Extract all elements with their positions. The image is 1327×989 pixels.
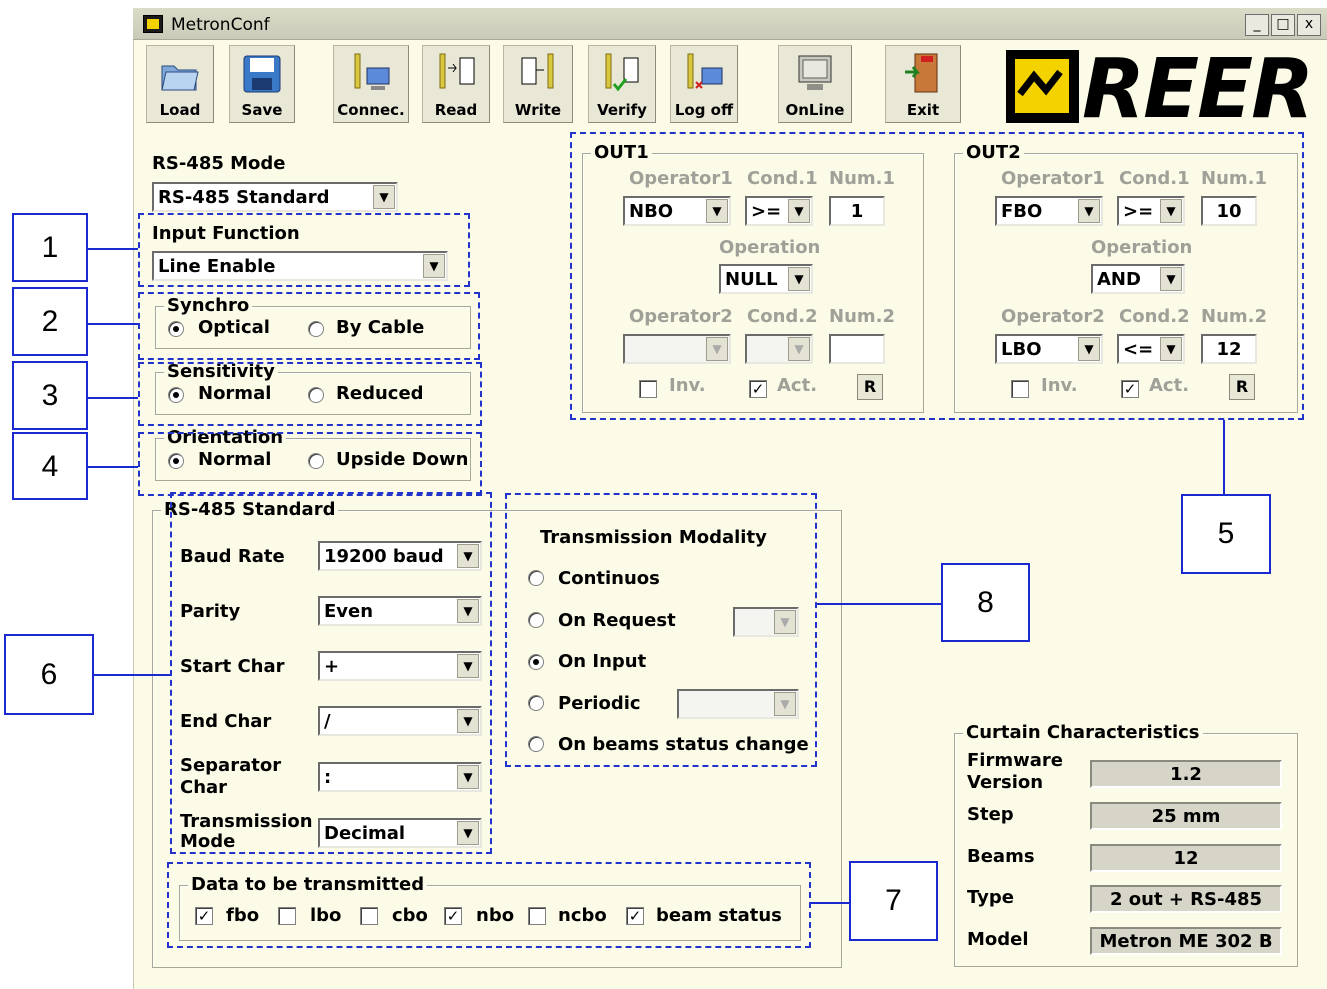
load-label: Load bbox=[159, 101, 201, 119]
verify-label: Verify bbox=[597, 101, 647, 119]
save-label: Save bbox=[241, 101, 283, 119]
connector-6 bbox=[94, 674, 170, 676]
load-button[interactable]: Load bbox=[146, 45, 214, 123]
region-3 bbox=[138, 362, 482, 426]
exit-door-icon bbox=[905, 53, 938, 93]
connect-icon bbox=[354, 53, 390, 90]
step-label: Step bbox=[967, 804, 1014, 825]
callout-4: 4 bbox=[12, 432, 88, 500]
folder-open-icon bbox=[161, 65, 199, 91]
floppy-disk-icon bbox=[243, 55, 281, 93]
callout-1: 1 bbox=[12, 213, 88, 282]
verify-button[interactable]: Verify bbox=[588, 45, 656, 123]
maximize-button[interactable]: □ bbox=[1271, 14, 1295, 36]
rs485-mode-select[interactable]: RS-485 Standard ▼ bbox=[152, 182, 398, 212]
connector-5 bbox=[1223, 420, 1225, 494]
logoff-label: Log off bbox=[674, 101, 734, 119]
exit-button[interactable]: Exit bbox=[885, 45, 961, 123]
step-value: 25 mm bbox=[1090, 802, 1282, 830]
firmware-label-line1: Firmware bbox=[967, 750, 1063, 771]
disconnect-icon bbox=[687, 53, 723, 89]
online-button[interactable]: OnLine bbox=[778, 45, 852, 123]
connector-3 bbox=[88, 397, 138, 399]
connect-button[interactable]: Connec. bbox=[333, 45, 409, 123]
callout-8: 8 bbox=[941, 563, 1030, 642]
close-button[interactable]: x bbox=[1297, 14, 1321, 36]
reer-logo: REER bbox=[1005, 42, 1314, 137]
region-4 bbox=[138, 432, 482, 496]
region-5 bbox=[570, 132, 1304, 420]
save-button[interactable]: Save bbox=[229, 45, 295, 123]
minimize-button[interactable]: _ bbox=[1245, 14, 1269, 36]
type-value: 2 out + RS-485 bbox=[1090, 885, 1282, 913]
connector-7 bbox=[811, 902, 849, 904]
model-label: Model bbox=[967, 929, 1029, 950]
logoff-button[interactable]: Log off bbox=[670, 45, 738, 123]
connector-4 bbox=[88, 466, 138, 468]
write-icon bbox=[521, 53, 554, 89]
firmware-value: 1.2 bbox=[1090, 760, 1282, 788]
curtain-label: Curtain Characteristics bbox=[963, 722, 1203, 743]
rs485-mode-value: RS-485 Standard bbox=[158, 187, 330, 208]
callout-3: 3 bbox=[12, 361, 88, 430]
type-label: Type bbox=[967, 887, 1014, 908]
online-label: OnLine bbox=[785, 101, 845, 119]
beams-label: Beams bbox=[967, 846, 1035, 867]
region-8 bbox=[505, 493, 817, 767]
title-bar: MetronConf _ □ x bbox=[133, 8, 1327, 40]
region-7 bbox=[167, 862, 811, 948]
beams-value: 12 bbox=[1090, 844, 1282, 872]
read-icon bbox=[439, 53, 475, 89]
read-button[interactable]: Read bbox=[422, 45, 490, 123]
window-title: MetronConf bbox=[171, 15, 270, 35]
callout-5: 5 bbox=[1181, 494, 1271, 574]
connector-1 bbox=[88, 248, 138, 250]
region-2 bbox=[138, 292, 480, 360]
logo-text: REER bbox=[1082, 42, 1314, 137]
connect-label: Connec. bbox=[337, 101, 405, 119]
rs485-mode-label: RS-485 Mode bbox=[152, 153, 286, 174]
callout-6: 6 bbox=[4, 634, 94, 715]
app-icon bbox=[143, 15, 163, 33]
curtain-group: Curtain Characteristics Firmware Version… bbox=[954, 722, 1298, 967]
chevron-down-icon: ▼ bbox=[373, 185, 395, 209]
callout-2: 2 bbox=[12, 287, 88, 356]
region-6 bbox=[170, 492, 492, 854]
model-value: Metron ME 302 B bbox=[1090, 927, 1282, 955]
region-1 bbox=[138, 213, 470, 287]
firmware-label-line2: Version bbox=[967, 772, 1044, 793]
callout-7: 7 bbox=[849, 861, 938, 941]
connector-2 bbox=[88, 323, 138, 325]
write-button[interactable]: Write bbox=[503, 45, 573, 123]
read-label: Read bbox=[434, 101, 478, 119]
connector-8 bbox=[817, 603, 941, 605]
monitor-icon bbox=[798, 55, 832, 90]
write-label: Write bbox=[514, 101, 562, 119]
verify-icon bbox=[605, 53, 639, 92]
exit-label: Exit bbox=[906, 101, 940, 119]
